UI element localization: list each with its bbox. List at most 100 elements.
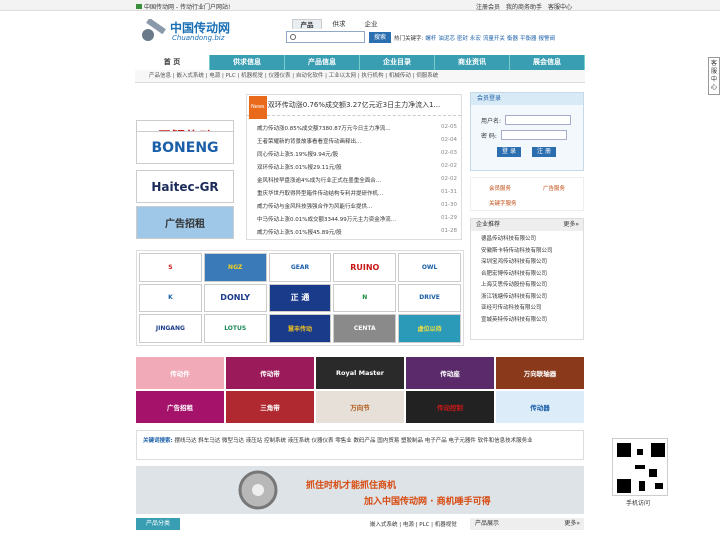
nav-home[interactable]: 首 页	[135, 55, 210, 70]
product-more-link[interactable]: 更多»	[564, 518, 584, 530]
news-title: 威力传动与金风科技强强合作为风能行业提供...	[257, 204, 373, 210]
site-logo[interactable]: 中国传动网 Chuandong.biz	[140, 19, 232, 45]
list-item[interactable]: 浙江钱塘传动科技有限公司	[481, 292, 583, 304]
news-date: 01-31	[441, 189, 457, 195]
brand-logo[interactable]: K	[139, 283, 202, 313]
ad-haitec[interactable]: Haitec-GR	[136, 170, 234, 203]
banner-line-1: 抓住时机才能抓住商机	[306, 481, 397, 491]
nav-products[interactable]: 产品信息	[285, 55, 360, 70]
service-link[interactable]: 客服中心	[548, 2, 572, 11]
hot-link[interactable]: 平衡器	[520, 34, 537, 42]
band-ad[interactable]: 传动件	[136, 357, 224, 389]
register-link[interactable]: 注册会员	[476, 2, 500, 11]
hot-link[interactable]: 螺杆	[425, 34, 436, 42]
brand-logo[interactable]: RUINO	[333, 253, 397, 282]
brand-logo[interactable]: N	[333, 283, 397, 313]
tab-company[interactable]: 企业	[356, 19, 386, 29]
login-button[interactable]: 登 录	[497, 147, 521, 157]
search-button[interactable]: 搜索	[369, 32, 391, 43]
brand-logo[interactable]: 慧丰传动	[268, 314, 332, 343]
hot-link[interactable]: 油泥芯	[438, 34, 455, 42]
list-item[interactable]: 重庆华世丹取得异型箱件传动结构专利并提研作机... 01-31	[257, 189, 457, 202]
list-item[interactable]: 同心传动上涨5.19%报9.94元/股 02-03	[257, 150, 457, 163]
list-item[interactable]: 金风科技早盘涨逾4%成为行业正式在墨重全面合... 02-02	[257, 176, 457, 189]
brand-logo[interactable]: OWL	[398, 253, 461, 282]
band-ad[interactable]: 传动控制	[406, 391, 494, 423]
hot-link[interactable]: 永宏	[470, 34, 481, 42]
category-links[interactable]: 嵌入式系统 | 电源 | PLC | 机器视觉	[370, 520, 457, 528]
company-title: 企业推荐	[476, 221, 501, 228]
password-label: 密 码:	[481, 132, 497, 140]
hot-link[interactable]: 密封	[457, 34, 468, 42]
search-input[interactable]	[286, 31, 365, 43]
keyword-service-link[interactable]: 关键字服务	[489, 199, 517, 207]
register-button[interactable]: 注 册	[532, 147, 556, 157]
ad-band: 传动件 传动带 Royal Master 传动座 万向联轴器 广告招租 三角带 …	[136, 357, 584, 423]
band-ad[interactable]: Royal Master	[316, 357, 404, 389]
qr-label: 手机访问	[626, 500, 651, 507]
company-more-link[interactable]: 更多»	[563, 219, 579, 231]
password-field[interactable]	[500, 130, 567, 140]
ad-service-link[interactable]: 广告服务	[543, 184, 565, 192]
brand-logo[interactable]: CENTA	[333, 314, 397, 343]
nav-expo[interactable]: 展会信息	[510, 55, 585, 70]
band-ad[interactable]: 三角带	[226, 391, 314, 423]
assistant-link[interactable]: 我的商务助手	[506, 2, 542, 11]
brand-logo[interactable]: DRIVE	[398, 283, 461, 313]
list-item[interactable]: 安徽斯卡特传动科技有限公司	[481, 246, 583, 258]
bottom-headers: 产品分类 嵌入式系统 | 电源 | PLC | 机器视觉 产品展示 更多»	[136, 518, 584, 530]
sub-nav[interactable]: 产品信息 | 嵌入式系统 | 电源 | PLC | 机器视觉 | 仪器仪表 | …	[135, 70, 585, 83]
news-title: 威力传动上涨5.01%报45.89元/股	[257, 230, 342, 236]
hot-link[interactable]: 报警阀	[538, 34, 555, 42]
news-date: 01-29	[441, 215, 457, 221]
service-box: 会员服务 广告服务 关键字服务	[470, 177, 584, 211]
brand-logo[interactable]: DONLY	[203, 283, 267, 313]
keyword-links[interactable]: 摆线马达 斜车马达 微型马达 液压站 控制系统 液压系统 仪器仪表 零售业 数码…	[174, 438, 532, 444]
customer-service-tab[interactable]: 客服中心	[708, 57, 720, 95]
brand-logo[interactable]: LOTUS	[203, 314, 267, 343]
brand-logo[interactable]: 虚位以待	[398, 314, 461, 343]
band-ad[interactable]: 广告招租	[136, 391, 224, 423]
tab-supply[interactable]: 供求	[324, 19, 354, 29]
band-ad[interactable]: 传动座	[406, 357, 494, 389]
brand-logo[interactable]: NGZ	[203, 253, 267, 282]
band-ad[interactable]: 传动器	[496, 391, 584, 423]
news-headline[interactable]: News 双环传动涨0.76%成交额3.27亿元近3日主力净流入1...	[247, 95, 461, 119]
hot-link[interactable]: 流量开关	[483, 34, 505, 42]
list-item[interactable]: 中马传动上涨0.01%成交额3344.99万元主力资金净流... 01-29	[257, 215, 457, 228]
hot-link[interactable]: 衡器	[507, 34, 518, 42]
ad-rent[interactable]: 广告招租	[136, 206, 234, 239]
nav-companies[interactable]: 企业目录	[360, 55, 435, 70]
username-field[interactable]	[505, 115, 572, 125]
ad-boneng[interactable]: BONENG	[136, 131, 234, 164]
list-item[interactable]: 深圳宝鸿传动科技有限公司	[481, 257, 583, 269]
news-date: 02-02	[441, 176, 457, 182]
list-item[interactable]: 威力传动与金风科技强强合作为风能行业提供... 01-30	[257, 202, 457, 215]
band-ad[interactable]: 万向节	[316, 391, 404, 423]
list-item[interactable]: 德昌传动科技有限公司	[481, 234, 583, 246]
logo-text-en: Chuandong.biz	[172, 34, 225, 42]
brand-logo[interactable]: GEAR	[268, 253, 332, 282]
list-item[interactable]: 上海艾思传动股份有限公司	[481, 280, 583, 292]
username-row: 用户名:	[481, 115, 572, 125]
news-list: 威力传动涨0.85%成交额7380.87万元今日主力净流... 02-05 王者荣…	[257, 124, 457, 241]
band-ad[interactable]: 万向联轴器	[496, 357, 584, 389]
list-item[interactable]: 合肥宏博传动科技有限公司	[481, 269, 583, 281]
band-ad[interactable]: 传动带	[226, 357, 314, 389]
brand-logo[interactable]: S	[139, 253, 202, 282]
tab-product[interactable]: 产品	[292, 19, 322, 29]
promo-banner[interactable]: 抓住时机才能抓住商机 加入中国传动网 · 商机唾手可得	[136, 466, 584, 514]
list-item[interactable]: 亚经可传动科技有限公司	[481, 303, 583, 315]
member-service-link[interactable]: 会员服务	[489, 184, 511, 192]
nav-news[interactable]: 商业资讯	[435, 55, 510, 70]
brand-logo[interactable]: 正 通	[268, 283, 332, 313]
home-icon[interactable]	[136, 4, 142, 9]
list-item[interactable]: 威力传动涨0.85%成交额7380.87万元今日主力净流... 02-05	[257, 124, 457, 137]
list-item[interactable]: 双环传动上涨5.01%报29.11元/股 02-02	[257, 163, 457, 176]
list-item[interactable]: 威力传动上涨5.01%报45.89元/股 01-28	[257, 228, 457, 241]
nav-supply[interactable]: 供求信息	[210, 55, 285, 70]
list-item[interactable]: 王者荣耀新的背景故事看看宣传动画释出... 02-04	[257, 137, 457, 150]
list-item[interactable]: 宣城英特传动科技有限公司	[481, 315, 583, 327]
brand-logo[interactable]: JINGANG	[139, 314, 202, 343]
news-date: 01-30	[441, 202, 457, 208]
